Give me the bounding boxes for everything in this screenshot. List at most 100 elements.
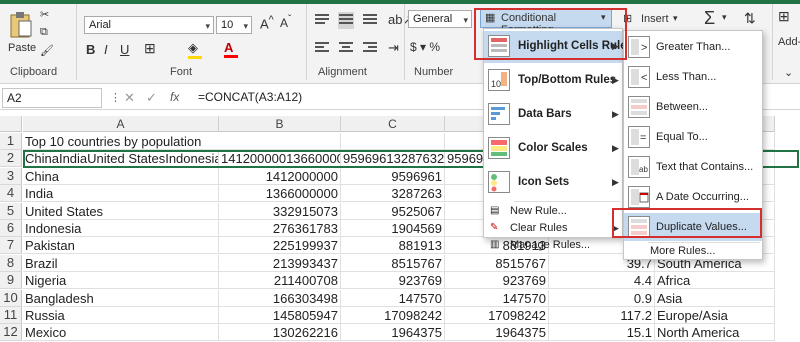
- menu-item-color-scales[interactable]: Color Scales ▶: [484, 133, 622, 165]
- row-header[interactable]: 6: [0, 220, 22, 237]
- add-ins-icon[interactable]: ⊞: [778, 8, 790, 25]
- align-top-icon[interactable]: [314, 12, 330, 29]
- fill-color-icon[interactable]: ◈: [188, 40, 202, 59]
- select-all-corner[interactable]: [0, 116, 22, 132]
- table-cell[interactable]: Pakistan: [23, 237, 219, 255]
- table-cell[interactable]: 1964375: [445, 324, 549, 342]
- table-cell[interactable]: 1412000000: [219, 167, 341, 185]
- enter-icon[interactable]: ✓: [146, 90, 157, 106]
- menu-item-clear-rules[interactable]: ✎ Clear Rules ▶: [484, 220, 622, 237]
- borders-icon[interactable]: ⊞: [144, 40, 156, 57]
- name-box[interactable]: A2: [2, 88, 102, 108]
- font-color-icon[interactable]: A: [224, 40, 238, 58]
- row-header[interactable]: 4: [0, 185, 22, 203]
- table-cell[interactable]: 147570: [341, 289, 445, 307]
- table-cell[interactable]: Indonesia: [23, 220, 219, 237]
- font-size-select[interactable]: 10 ▾: [216, 16, 252, 34]
- row-header[interactable]: 1: [0, 133, 22, 150]
- row-header[interactable]: 10: [0, 289, 22, 307]
- cut-icon[interactable]: ✂: [40, 8, 49, 21]
- align-left-icon[interactable]: [314, 40, 330, 57]
- row-header[interactable]: 2: [0, 150, 22, 168]
- row-header[interactable]: 11: [0, 307, 22, 324]
- insert-button[interactable]: ⊞ Insert ▾: [622, 10, 680, 28]
- menu-item-data-bars[interactable]: Data Bars ▶: [484, 99, 622, 131]
- table-cell[interactable]: North America: [655, 324, 775, 342]
- table-cell[interactable]: Brazil: [23, 254, 219, 272]
- submenu-item-equal-to[interactable]: = Equal To...: [624, 123, 762, 151]
- row-header[interactable]: 7: [0, 237, 22, 255]
- table-cell[interactable]: Africa: [655, 272, 775, 290]
- menu-item-top-bottom-rules[interactable]: 10 Top/Bottom Rules ▶: [484, 65, 622, 97]
- menu-item-icon-sets[interactable]: Icon Sets ▶: [484, 167, 622, 199]
- table-cell[interactable]: 1904569: [341, 220, 445, 237]
- column-header-a[interactable]: A: [23, 116, 219, 132]
- table-cell[interactable]: 8515767: [445, 254, 549, 272]
- table-cell[interactable]: 213993437: [219, 254, 341, 272]
- expand-icon[interactable]: ⌄: [784, 66, 793, 79]
- table-cell[interactable]: 3287263: [341, 185, 445, 203]
- table-cell[interactable]: Mexico: [23, 324, 219, 342]
- submenu-item-date-occurring[interactable]: A Date Occurring...: [624, 183, 762, 211]
- grow-font-icon[interactable]: A^: [260, 14, 274, 31]
- number-format-select[interactable]: General ▾: [408, 10, 472, 28]
- table-cell[interactable]: India: [23, 185, 219, 203]
- submenu-item-greater-than[interactable]: > Greater Than...: [624, 33, 762, 61]
- menu-item-new-rule[interactable]: ▤ New Rule...: [484, 203, 622, 220]
- table-cell[interactable]: 8515767: [341, 254, 445, 272]
- align-center-icon[interactable]: [338, 40, 354, 57]
- table-cell[interactable]: 9525067: [341, 202, 445, 220]
- table-cell[interactable]: 881913: [341, 237, 445, 255]
- table-cell[interactable]: 130262216: [219, 324, 341, 342]
- submenu-item-less-than[interactable]: < Less Than...: [624, 63, 762, 91]
- table-cell[interactable]: 166303498: [219, 289, 341, 307]
- bold-button[interactable]: B: [86, 42, 95, 57]
- table-cell[interactable]: United States: [23, 202, 219, 220]
- column-header-c[interactable]: C: [341, 116, 445, 132]
- align-right-icon[interactable]: [362, 40, 378, 57]
- table-cell[interactable]: 9596961: [341, 167, 445, 185]
- submenu-item-more-rules[interactable]: More Rules...: [624, 243, 762, 259]
- cancel-icon[interactable]: ✕: [124, 90, 135, 106]
- align-middle-icon[interactable]: [338, 12, 354, 29]
- table-cell[interactable]: 1366000000: [219, 185, 341, 203]
- table-cell[interactable]: 211400708: [219, 272, 341, 290]
- font-name-select[interactable]: Arial ▾: [84, 16, 214, 34]
- table-cell[interactable]: 117.2: [549, 307, 655, 324]
- table-cell[interactable]: 225199937: [219, 237, 341, 255]
- table-cell[interactable]: Russia: [23, 307, 219, 324]
- table-cell[interactable]: Europe/Asia: [655, 307, 775, 324]
- table-cell[interactable]: China: [23, 167, 219, 185]
- table-cell[interactable]: [219, 133, 341, 150]
- table-cell[interactable]: Top 10 countries by population: [23, 133, 219, 150]
- table-cell[interactable]: 276361783: [219, 220, 341, 237]
- table-cell[interactable]: [341, 133, 445, 150]
- row-header[interactable]: 12: [0, 324, 22, 342]
- row-header[interactable]: 9: [0, 272, 22, 290]
- copy-icon[interactable]: ⧉: [40, 26, 48, 39]
- table-cell[interactable]: 1964375: [341, 324, 445, 342]
- table-cell[interactable]: 923769: [341, 272, 445, 290]
- row-header[interactable]: 5: [0, 202, 22, 220]
- table-cell[interactable]: 923769: [445, 272, 549, 290]
- menu-item-manage-rules[interactable]: ▥ Manage Rules...: [484, 237, 622, 254]
- table-cell[interactable]: 4.4: [549, 272, 655, 290]
- formula-input[interactable]: =CONCAT(A3:A12): [198, 90, 302, 104]
- row-header[interactable]: 3: [0, 167, 22, 185]
- row-header[interactable]: 8: [0, 254, 22, 272]
- autosum-icon[interactable]: Σ: [704, 8, 715, 29]
- table-cell[interactable]: Bangladesh: [23, 289, 219, 307]
- table-cell[interactable]: 332915073: [219, 202, 341, 220]
- table-cell[interactable]: 17098242: [445, 307, 549, 324]
- paste-button[interactable]: Paste: [4, 8, 36, 58]
- indent-icon[interactable]: ⇥: [388, 40, 399, 56]
- table-cell[interactable]: 147570: [445, 289, 549, 307]
- align-bottom-icon[interactable]: [362, 12, 378, 29]
- table-cell[interactable]: 0.9: [549, 289, 655, 307]
- submenu-item-between[interactable]: Between...: [624, 93, 762, 121]
- table-cell[interactable]: Asia: [655, 289, 775, 307]
- table-cell[interactable]: 17098242: [341, 307, 445, 324]
- shrink-font-icon[interactable]: Aˇ: [280, 14, 291, 30]
- underline-button[interactable]: U: [120, 42, 129, 57]
- percent-icon[interactable]: $ ▾ %: [410, 40, 440, 54]
